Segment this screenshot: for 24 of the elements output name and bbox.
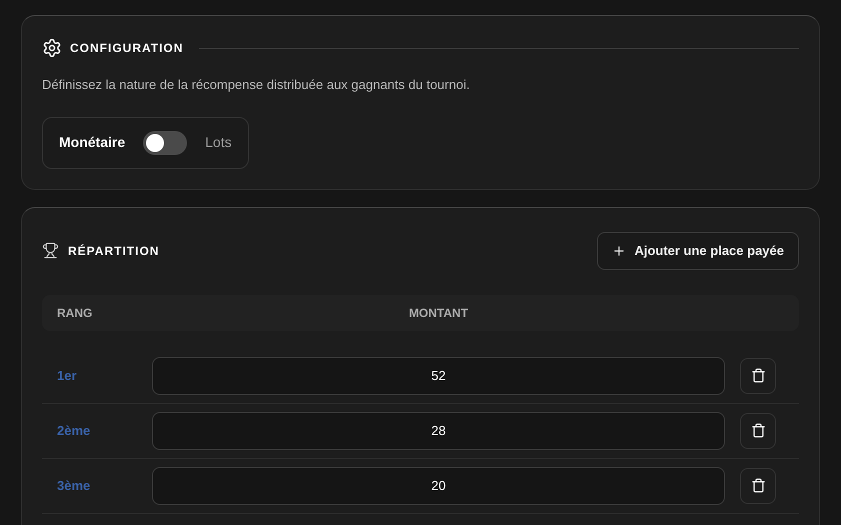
trash-icon (750, 368, 766, 383)
toggle-label: Monétaire (59, 133, 126, 152)
trophy-icon (42, 242, 59, 259)
section-title: CONFIGURATION (70, 40, 184, 57)
rank-label: 3ème (56, 476, 92, 495)
add-place-button[interactable]: Ajouter une place payée (597, 232, 799, 270)
delete-button[interactable] (740, 468, 776, 504)
trash-icon (750, 423, 766, 438)
settings-icon (42, 38, 62, 58)
delete-button[interactable] (740, 412, 776, 448)
column-header: MONTANT (408, 304, 470, 322)
toggle-label: Lots (205, 133, 232, 152)
amount-field[interactable]: 52 (152, 356, 725, 394)
column-header: RANG (57, 304, 94, 322)
plus-icon (612, 244, 626, 258)
amount-field[interactable]: 28 (152, 412, 725, 450)
rank-label: 2ème (56, 422, 92, 440)
section-title: RÉPARTITION (68, 242, 160, 260)
trash-icon (750, 478, 766, 493)
amount-field[interactable]: 20 (152, 466, 725, 504)
toggle-switch[interactable] (143, 130, 188, 154)
delete-button[interactable] (740, 358, 776, 394)
rank-label: 1er (56, 366, 78, 385)
description-text: Définissez la nature de la récompense distribuée aux gagnants du tournoi. (42, 76, 471, 94)
